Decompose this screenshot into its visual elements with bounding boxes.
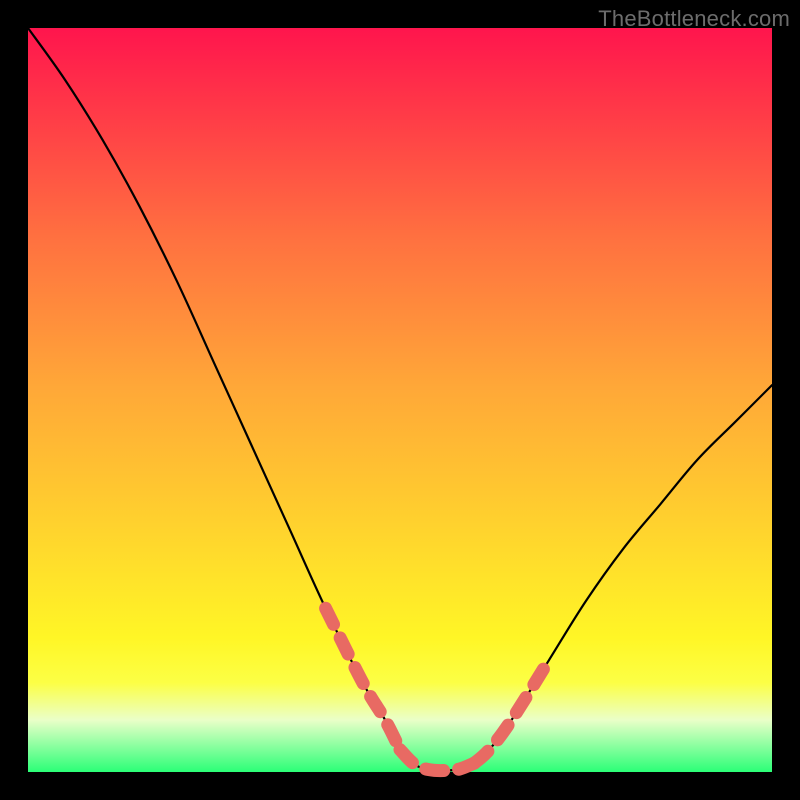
bottleneck-curve [28, 28, 772, 771]
overlay-left-dash [326, 608, 400, 749]
overlay-floor-dash [400, 750, 474, 771]
overlay-right-dash [474, 660, 548, 763]
curve-chart [28, 28, 772, 772]
